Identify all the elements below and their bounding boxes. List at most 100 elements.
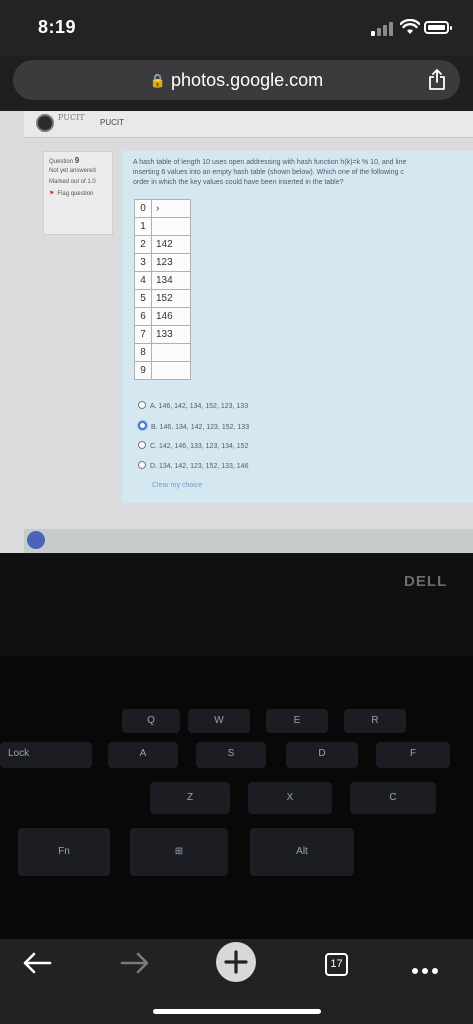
flag-question-label: Flag question [57, 190, 94, 197]
question-label: Question [49, 159, 74, 165]
home-indicator [153, 1009, 321, 1014]
flag-icon: ⚑ [49, 190, 55, 197]
laptop-bezel: DELL [0, 553, 473, 673]
table-row: 2 142 [134, 235, 191, 254]
table-index: 2 [134, 235, 152, 254]
radio-a[interactable] [138, 401, 146, 409]
table-value [151, 343, 191, 362]
key-s[interactable]: S [196, 742, 266, 768]
browser-toolbar: 17 [0, 939, 473, 1024]
new-tab-plus-icon[interactable] [215, 941, 257, 983]
status-time: 8:19 [38, 17, 77, 37]
radio-b-selected[interactable] [138, 421, 147, 430]
table-row: 6 146 [134, 307, 191, 326]
answer-option-b[interactable]: B. 146, 134, 142, 123, 152, 133 [138, 421, 249, 441]
table-row: 3 123 [134, 253, 191, 272]
key-caps-lock[interactable]: Lock [0, 742, 92, 768]
table-row: 1 [134, 217, 191, 236]
key-d[interactable]: D [286, 742, 358, 768]
question-text: A hash table of length 10 uses open addr… [133, 158, 473, 188]
radio-d[interactable] [138, 461, 146, 469]
table-row: 9 [134, 361, 191, 380]
moodle-header: PUCIT PUCIT [24, 111, 473, 138]
tab-count-button[interactable]: 17 [325, 953, 348, 976]
table-value: › [151, 199, 191, 218]
battery-icon [424, 21, 452, 34]
table-index: 4 [134, 271, 152, 290]
option-label: B. 146, 134, 142, 123, 152, 133 [151, 424, 250, 431]
more-options-icon[interactable] [412, 961, 442, 979]
photo-view: PUCIT PUCIT Question 9 Not yet answered … [0, 111, 473, 939]
table-row: 8 [134, 343, 191, 362]
hash-table: 0 › 1 2 142 3 123 4 134 5 152 6 146 7 133 8 9 [134, 199, 191, 380]
table-index: 0 [134, 199, 152, 218]
address-bar[interactable]: 🔒 photos.google.com [13, 60, 460, 100]
table-row: 4 134 [134, 271, 191, 290]
status-bar: 8:19 [0, 0, 473, 56]
lock-icon: 🔒 [149, 73, 167, 88]
answer-option-d[interactable]: D. 134, 142, 123, 152, 133, 146 [138, 461, 249, 481]
question-line: order in which the key values could have… [133, 179, 344, 187]
key-alt[interactable]: Alt [250, 828, 354, 876]
table-value: 146 [151, 307, 191, 326]
table-value [151, 217, 191, 236]
question-state: Not yet answered [49, 167, 96, 174]
table-row: 7 133 [134, 325, 191, 344]
table-index: 7 [134, 325, 152, 344]
wifi-icon [400, 19, 420, 34]
table-value: 123 [151, 253, 191, 272]
key-x[interactable]: X [248, 782, 332, 814]
table-row: 5 152 [134, 289, 191, 308]
answer-options: A. 146, 142, 134, 152, 123, 133 B. 146, … [138, 401, 249, 481]
key-w[interactable]: W [188, 709, 250, 733]
dell-logo: DELL [404, 573, 448, 590]
table-value: 134 [151, 271, 191, 290]
question-line: A hash table of length 10 uses open addr… [133, 159, 407, 166]
keyboard: Q W E R A S D F Lock Z X C Fn ⊞ Alt [0, 656, 473, 939]
site-name[interactable]: PUCIT [100, 118, 124, 127]
table-index: 8 [134, 343, 152, 362]
table-index: 9 [134, 361, 152, 380]
question-info-block: Question 9 Not yet answered Marked out o… [43, 151, 113, 235]
table-index: 5 [134, 289, 152, 308]
clear-choice-link[interactable]: Clear my choice [152, 482, 202, 489]
key-windows[interactable]: ⊞ [130, 828, 228, 876]
back-arrow-icon[interactable] [22, 951, 52, 975]
key-f[interactable]: F [376, 742, 450, 768]
share-icon[interactable] [428, 69, 446, 91]
key-c[interactable]: C [350, 782, 436, 814]
option-label: A. 146, 142, 134, 152, 123, 133 [150, 403, 249, 410]
key-r[interactable]: R [344, 709, 406, 733]
key-e[interactable]: E [266, 709, 328, 733]
table-index: 3 [134, 253, 152, 272]
key-q[interactable]: Q [122, 709, 180, 733]
key-z[interactable]: Z [150, 782, 230, 814]
question-panel: A hash table of length 10 uses open addr… [122, 151, 473, 503]
question-marks: Marked out of 1.0 [49, 178, 96, 185]
table-value [151, 361, 191, 380]
option-label: D. 134, 142, 123, 152, 133, 146 [150, 463, 249, 470]
answer-option-a[interactable]: A. 146, 142, 134, 152, 123, 133 [138, 401, 249, 421]
question-number: 9 [74, 156, 80, 165]
taskbar-strip [24, 529, 473, 553]
table-index: 1 [134, 217, 152, 236]
key-a[interactable]: A [108, 742, 178, 768]
table-index: 6 [134, 307, 152, 326]
key-fn[interactable]: Fn [18, 828, 110, 876]
table-value: 142 [151, 235, 191, 254]
university-logo-icon [36, 114, 54, 132]
table-value: 133 [151, 325, 191, 344]
logo-text: PUCIT [58, 113, 85, 122]
cellular-signal-icon [371, 22, 397, 36]
option-label: C. 142, 146, 133, 123, 134, 152 [150, 443, 249, 450]
table-row: 0 › [134, 199, 191, 218]
radio-c[interactable] [138, 441, 146, 449]
avatar[interactable] [27, 531, 45, 549]
table-value: 152 [151, 289, 191, 308]
answer-option-c[interactable]: C. 142, 146, 133, 123, 134, 152 [138, 441, 249, 461]
flag-question-link[interactable]: ⚑ Flag question [49, 190, 107, 198]
forward-arrow-icon[interactable] [120, 951, 150, 975]
question-line: inserting 6 values into an empty hash ta… [133, 169, 404, 177]
url-text: photos.google.com [171, 70, 324, 90]
laptop-screen: PUCIT PUCIT Question 9 Not yet answered … [0, 111, 473, 553]
